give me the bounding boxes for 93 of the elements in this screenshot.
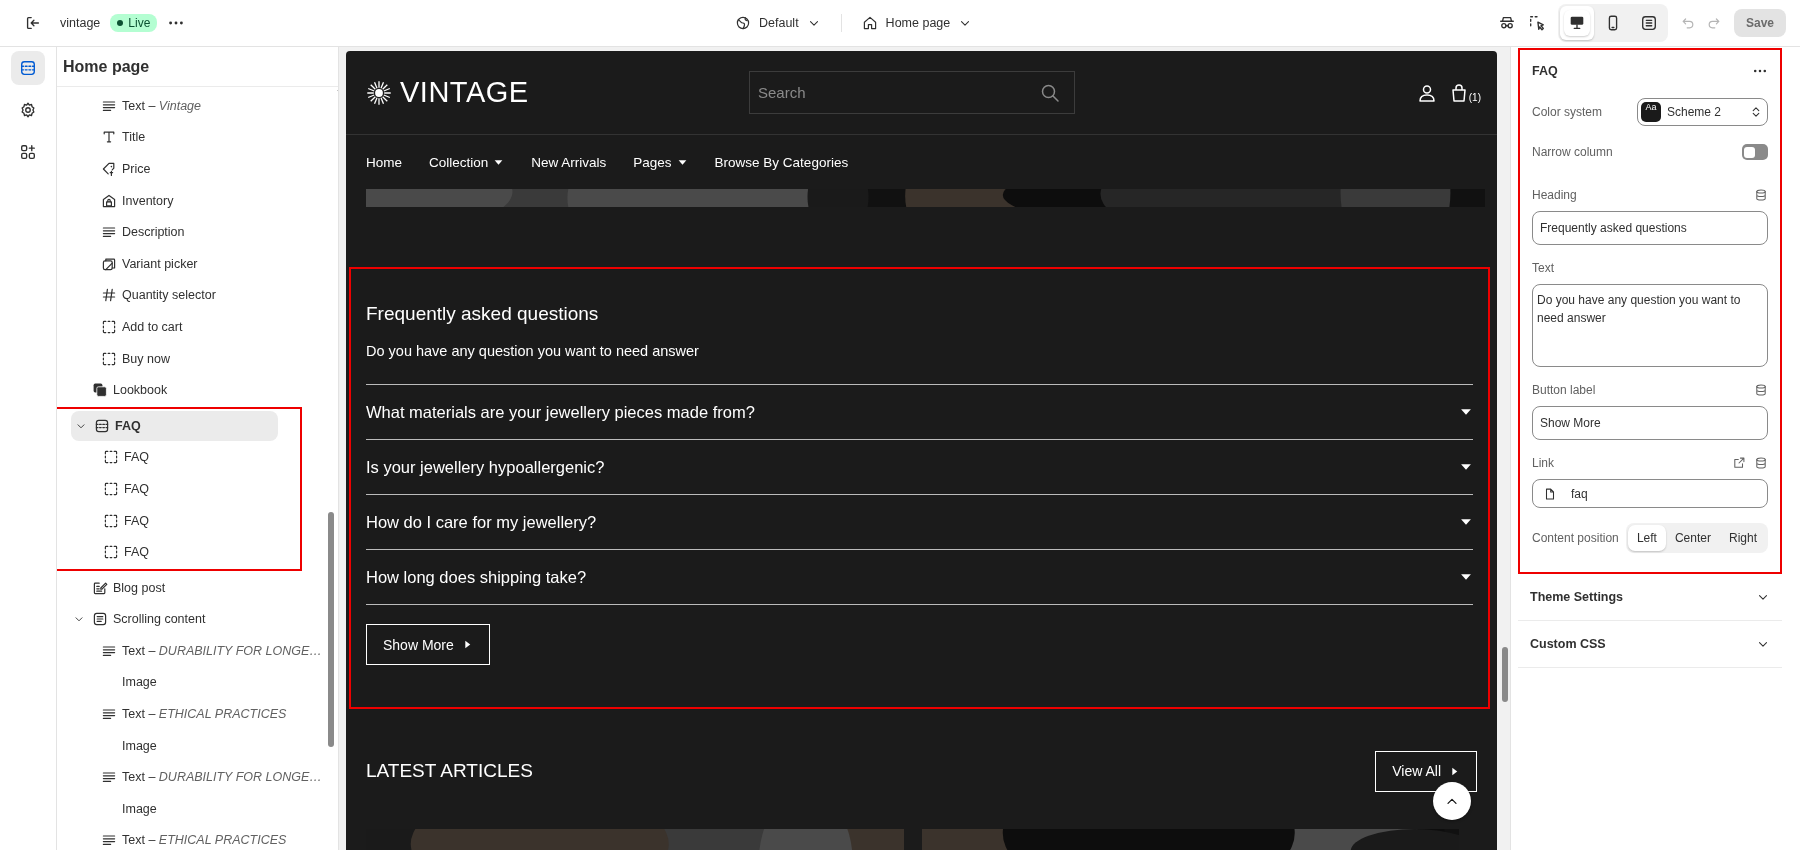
block-icon — [103, 512, 119, 529]
tree-item[interactable]: Title — [69, 122, 316, 153]
play-icon — [1449, 765, 1460, 777]
text-area[interactable]: Do you have any question you want to need answer — [1532, 284, 1768, 367]
search-icon[interactable] — [1040, 82, 1060, 103]
scheme-select[interactable]: Aa Scheme 2 — [1637, 98, 1768, 126]
store-name: vintage — [60, 16, 101, 30]
tree-item[interactable]: Image — [69, 794, 316, 824]
block-icon — [103, 544, 119, 561]
tree-item[interactable]: FAQ — [71, 474, 278, 504]
tree-item[interactable]: FAQ — [71, 505, 278, 536]
tree-item[interactable]: Price — [69, 154, 316, 184]
tree-item[interactable]: Text – ETHICAL PRACTICES — [69, 699, 316, 729]
database-icon[interactable] — [1754, 456, 1768, 470]
hash-icon — [101, 287, 117, 304]
nav-link[interactable]: Pages — [633, 154, 688, 170]
document-icon — [92, 611, 108, 628]
segment-option[interactable]: Right — [1720, 525, 1766, 551]
nav-link[interactable]: Browse By Categories — [714, 154, 849, 170]
section-icon — [94, 417, 110, 434]
tree-item[interactable]: Blog post — [69, 572, 316, 603]
page-icon — [1543, 486, 1557, 501]
nav-link[interactable]: Collection — [429, 154, 505, 170]
cart-count: (1) — [1468, 91, 1481, 103]
tree-item[interactable]: Description — [69, 217, 316, 247]
section-text: Do you have any question you want to need answer — [366, 343, 700, 359]
field-label: Link — [1532, 456, 1554, 470]
collapsible-section[interactable]: Theme Settings — [1518, 574, 1782, 621]
block-icon — [101, 350, 117, 367]
block-icon — [103, 449, 119, 466]
toggle-switch[interactable] — [1742, 144, 1768, 160]
field-label: Button label — [1532, 383, 1596, 397]
sections-icon[interactable] — [19, 59, 37, 77]
tree-item[interactable]: Variant picker — [69, 248, 316, 279]
nav-link[interactable]: New Arrivals — [531, 154, 607, 170]
panel-title: FAQ — [1532, 64, 1558, 78]
inventory-icon — [101, 192, 117, 209]
database-icon[interactable] — [1754, 188, 1768, 202]
page-selector[interactable]: Home page — [885, 16, 951, 30]
scrollbar-thumb[interactable] — [328, 512, 334, 747]
globe-icon — [735, 15, 751, 31]
field-label: Color system — [1532, 105, 1602, 119]
input-field[interactable]: Show More — [1532, 406, 1768, 440]
tree-item[interactable]: Image — [69, 667, 316, 698]
tree-item[interactable]: Buy now — [69, 343, 316, 374]
price-tag-icon — [101, 161, 117, 177]
field-label: Text — [1532, 261, 1554, 275]
faq-question[interactable]: What materials are your jewellery pieces made from? — [366, 384, 1473, 439]
tree-item[interactable]: FAQ — [71, 537, 278, 567]
tree-item[interactable]: Quantity selector — [69, 280, 316, 311]
show-more-button[interactable]: Show More — [366, 624, 490, 665]
theme-selector[interactable]: Default — [759, 16, 799, 30]
tree-item[interactable]: FAQ — [71, 410, 278, 441]
external-link-icon[interactable] — [1732, 456, 1746, 470]
faq-question[interactable]: How do I care for my jewellery? — [366, 494, 1473, 549]
home-icon — [861, 15, 878, 31]
tree-item[interactable]: Inventory — [69, 185, 316, 216]
exit-icon[interactable] — [24, 14, 42, 32]
apps-icon[interactable] — [19, 143, 37, 161]
store-logo[interactable]: VINTAGE — [400, 76, 529, 109]
input-field[interactable]: Frequently asked questions — [1532, 211, 1768, 245]
database-icon[interactable] — [1754, 383, 1768, 397]
tree-item[interactable]: Text – Vintage — [69, 91, 316, 121]
block-icon — [103, 480, 119, 497]
nav-link[interactable]: Home — [366, 154, 402, 170]
segment-option[interactable]: Center — [1665, 525, 1720, 551]
tree-item[interactable]: Image — [69, 730, 316, 761]
sun-logo-icon — [366, 79, 392, 106]
settings-icon[interactable] — [19, 101, 37, 119]
lookbook-icon — [92, 382, 108, 399]
pointer-icon[interactable] — [1527, 14, 1546, 32]
block-icon — [101, 318, 117, 335]
desktop-icon[interactable] — [1563, 10, 1590, 36]
segment-option[interactable]: Left — [1627, 525, 1666, 551]
field-label: Content position — [1532, 531, 1619, 545]
tree-item[interactable]: Add to cart — [69, 312, 316, 342]
user-icon[interactable] — [1416, 82, 1437, 103]
panel-title: Home page — [63, 57, 150, 76]
tree-item[interactable]: Lookbook — [69, 375, 316, 405]
tree-item[interactable]: FAQ — [71, 442, 278, 473]
search-field[interactable]: Search — [749, 71, 1075, 114]
faq-question[interactable]: Is your jewellery hypoallergenic? — [366, 439, 1473, 494]
tree-item[interactable]: Text – ETHICAL PRACTICES — [69, 825, 316, 850]
link-field[interactable]: faq — [1532, 479, 1768, 508]
collapsible-section[interactable]: Custom CSS — [1518, 621, 1782, 668]
status-badge: Live — [110, 14, 158, 32]
field-label: Narrow column — [1532, 145, 1613, 159]
scrollbar-thumb[interactable] — [1502, 647, 1508, 702]
section-heading: Frequently asked questions — [366, 303, 600, 325]
tree-item[interactable]: Scrolling content — [69, 604, 316, 635]
section-heading: LATEST ARTICLES — [366, 760, 533, 782]
faq-question[interactable]: How long does shipping take? — [366, 549, 1473, 605]
field-label: Heading — [1532, 188, 1577, 202]
